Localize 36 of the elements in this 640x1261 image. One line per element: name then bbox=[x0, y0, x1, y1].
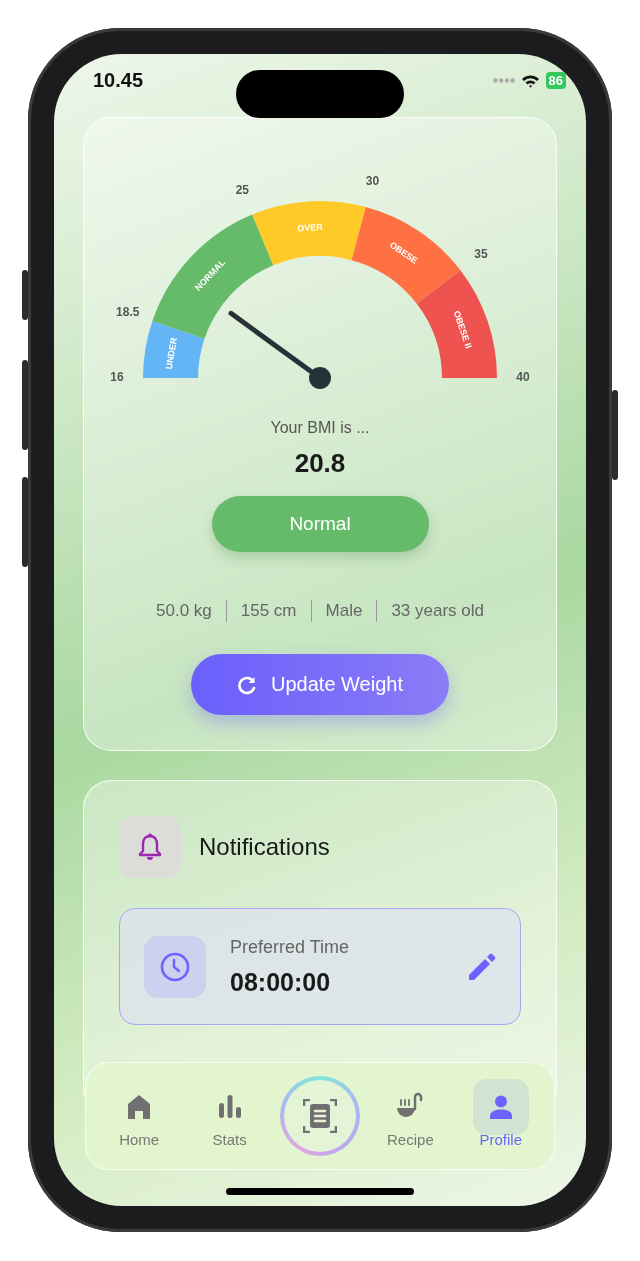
wifi-icon bbox=[520, 73, 540, 88]
preferred-time-row[interactable]: Preferred Time 08:00:00 bbox=[119, 908, 521, 1025]
gauge-tick-label: 35 bbox=[474, 246, 488, 261]
status-time: 10.45 bbox=[93, 69, 144, 92]
gauge-tick-label: 30 bbox=[365, 174, 380, 189]
person-icon bbox=[488, 1094, 513, 1119]
update-weight-button[interactable]: Update Weight bbox=[191, 654, 449, 715]
preferred-time-value: 08:00:00 bbox=[230, 967, 332, 997]
nav-tab[interactable]: Stats bbox=[195, 1076, 264, 1156]
gauge-tick-label: 18.5 bbox=[116, 304, 140, 319]
refresh-icon bbox=[237, 674, 258, 695]
gauge-tick-label: 40 bbox=[516, 370, 530, 385]
stat-text: 155 cm bbox=[240, 600, 297, 622]
bmi-caption: Your BMI is ... bbox=[270, 418, 370, 438]
home-icon bbox=[127, 1093, 152, 1120]
segment-label: UNDER bbox=[163, 336, 179, 371]
segment-label: OBESE II bbox=[451, 309, 474, 350]
nav-tab[interactable]: Recipe bbox=[376, 1076, 445, 1156]
bmi-category-badge: Normal bbox=[211, 496, 429, 552]
bell-icon bbox=[138, 833, 162, 861]
stat-text: 50.0 kg bbox=[156, 600, 212, 622]
gauge-tick-label: 16 bbox=[110, 370, 124, 385]
clock-icon bbox=[160, 951, 190, 982]
pencil-icon[interactable] bbox=[469, 953, 496, 980]
scan-icon bbox=[303, 1099, 337, 1133]
nav-tab[interactable]: Home bbox=[105, 1076, 174, 1156]
gauge-tick-label: 25 bbox=[235, 182, 249, 197]
notifications-title: Notifications bbox=[199, 833, 330, 861]
preferred-time-label: Preferred Time bbox=[230, 936, 351, 958]
bmi-value: 20.8 bbox=[294, 447, 346, 479]
stat-text: Male bbox=[325, 600, 363, 622]
stat-text: 33 years old bbox=[391, 600, 484, 622]
bar-chart-icon bbox=[217, 1093, 242, 1120]
battery-indicator: 86 bbox=[545, 72, 566, 89]
segment-label: OVER bbox=[297, 221, 324, 234]
signal-icon bbox=[492, 78, 515, 83]
